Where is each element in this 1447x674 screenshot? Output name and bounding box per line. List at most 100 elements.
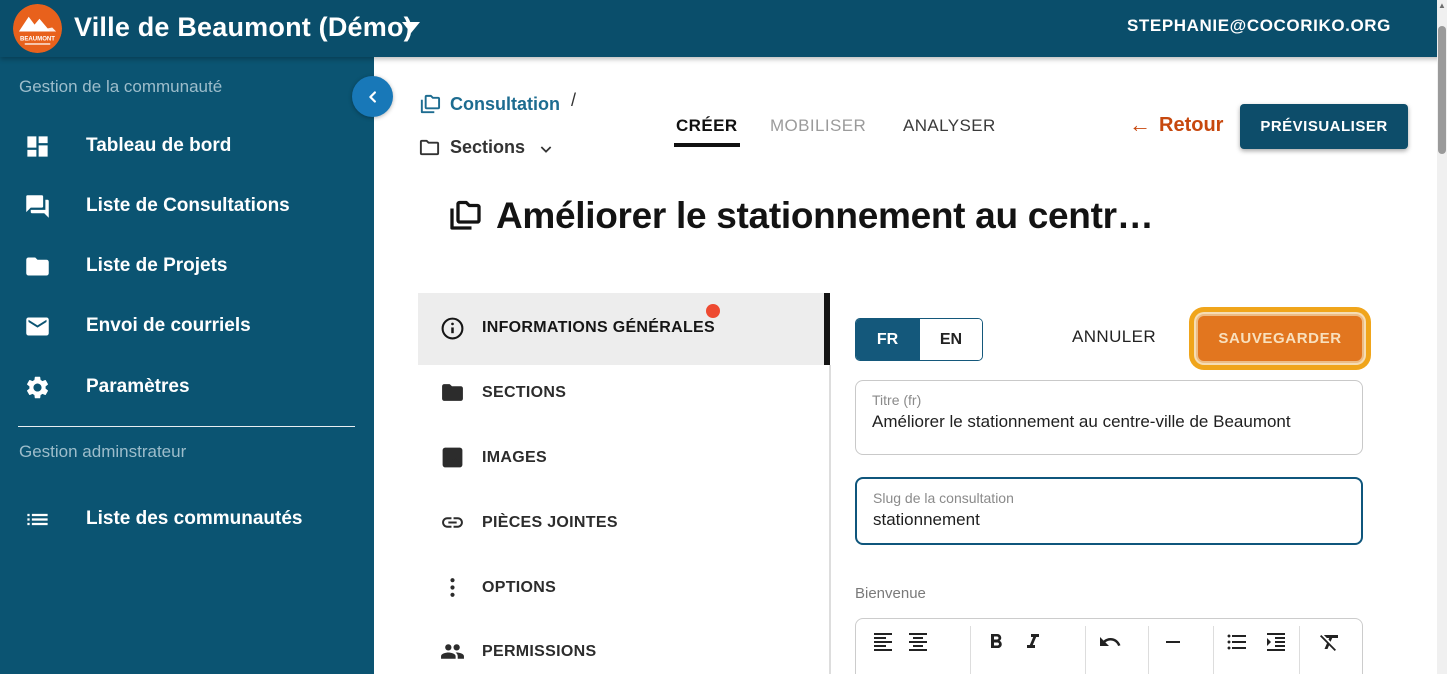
folder-copy-icon: [450, 200, 481, 230]
scrollbar-up-arrow-icon[interactable]: ▲: [1437, 0, 1447, 12]
slug-field-label: Slug de la consultation: [873, 490, 1014, 506]
breadcrumb-separator: /: [571, 90, 577, 110]
image-icon: [442, 447, 463, 468]
bulleted-list-icon[interactable]: [1225, 630, 1249, 654]
welcome-field-label: Bienvenue: [855, 585, 926, 602]
indent-increase-icon[interactable]: [1264, 630, 1288, 654]
save-button[interactable]: SAUVEGARDER: [1196, 314, 1364, 363]
community-dropdown-caret-icon[interactable]: [402, 22, 420, 33]
info-icon: [441, 317, 464, 340]
people-icon: [441, 644, 464, 659]
breadcrumb-consultation[interactable]: Consultation /: [418, 90, 577, 116]
vertical-scrollbar[interactable]: ▲: [1437, 0, 1447, 674]
slug-field-value: stationnement: [873, 510, 980, 529]
preview-button[interactable]: PRÉVISUALISER: [1240, 104, 1408, 149]
beaumont-logo-icon: BEAUMONT: [13, 4, 62, 53]
welcome-richtext-editor[interactable]: [855, 618, 1363, 674]
folder-icon: [26, 257, 49, 276]
sidebar-item-liste-des-communautes[interactable]: Liste des communautés: [0, 500, 374, 540]
chevron-down-icon: [540, 146, 552, 153]
sidebar-item-label: Envoi de courriels: [86, 315, 251, 336]
gear-icon: [26, 376, 49, 399]
sidebar-section-community: Gestion de la communauté: [19, 77, 223, 96]
section-tab-label: INFORMATIONS GÉNÉRALES: [482, 319, 715, 336]
section-tab-sections[interactable]: SECTIONS: [418, 373, 824, 413]
language-toggle: FR EN: [855, 318, 983, 361]
sidebar-item-label: Liste des communautés: [86, 508, 303, 529]
clear-format-icon[interactable]: [1318, 630, 1342, 654]
unsaved-changes-badge: [706, 304, 720, 318]
user-email[interactable]: STEPHANIE@COCORIKO.ORG: [1127, 16, 1391, 36]
sidebar-section-admin: Gestion adminstrateur: [19, 442, 187, 461]
page-title: Améliorer le stationnement au centr…: [496, 195, 1154, 236]
section-tab-options[interactable]: OPTIONS: [418, 568, 824, 608]
title-fr-field-label: Titre (fr): [872, 392, 922, 408]
back-arrow-icon: ←: [1129, 112, 1151, 137]
section-tab-pieces-jointes[interactable]: PIÈCES JOINTES: [418, 503, 824, 543]
section-tab-informations-generales[interactable]: INFORMATIONS GÉNÉRALES: [418, 293, 824, 365]
tab-analyser[interactable]: ANALYSER: [903, 116, 996, 136]
sidebar: Gestion de la communauté Tableau de bord…: [0, 57, 374, 674]
section-tab-label: PERMISSIONS: [482, 643, 597, 660]
title-fr-field[interactable]: Titre (fr) Améliorer le stationnement au…: [855, 380, 1363, 455]
sidebar-collapse-button[interactable]: [352, 76, 393, 117]
bold-icon[interactable]: [984, 630, 1008, 654]
sidebar-item-label: Liste de Projets: [86, 255, 228, 276]
section-tab-label: OPTIONS: [482, 579, 557, 596]
mail-icon: [26, 317, 49, 336]
app-window: BEAUMONT Ville de Beaumont (Démo) STEPHA…: [0, 0, 1447, 674]
list-icon: [27, 513, 48, 526]
folder-outline-icon: [442, 384, 463, 401]
align-left-icon[interactable]: [871, 630, 895, 654]
folder-copy-icon: [420, 94, 441, 114]
toolbar-separator: [1299, 626, 1300, 674]
slug-field[interactable]: Slug de la consultation stationnement: [855, 477, 1363, 545]
sidebar-item-liste-de-consultations[interactable]: Liste de Consultations: [0, 187, 374, 227]
sidebar-item-label: Tableau de bord: [86, 135, 232, 156]
tab-creer[interactable]: CRÉER: [674, 116, 740, 147]
back-link[interactable]: ← Retour: [1129, 112, 1223, 138]
breadcrumb-sections-dropdown[interactable]: Sections: [418, 136, 554, 159]
section-tab-images[interactable]: IMAGES: [418, 438, 824, 478]
sidebar-divider: [18, 426, 355, 427]
lang-en-button[interactable]: EN: [919, 319, 982, 360]
undo-icon[interactable]: [1098, 630, 1122, 654]
section-tab-label: IMAGES: [482, 449, 547, 466]
chevron-left-icon: [368, 90, 376, 103]
page-title-row: Améliorer le stationnement au centr…: [446, 195, 1154, 237]
sidebar-item-label: Paramètres: [86, 376, 190, 397]
sidebar-item-envoi-de-courriels[interactable]: Envoi de courriels: [0, 307, 374, 347]
back-label: Retour: [1159, 113, 1224, 136]
community-logo[interactable]: BEAUMONT: [13, 4, 62, 53]
horizontal-rule-icon[interactable]: [1161, 630, 1185, 654]
italic-icon[interactable]: [1021, 630, 1045, 654]
title-fr-field-value: Améliorer le stationnement au centre-vil…: [872, 412, 1291, 431]
breadcrumb-level2-label: Sections: [450, 137, 526, 157]
section-tab-permissions[interactable]: PERMISSIONS: [418, 632, 824, 672]
kebab-vertical-icon: [450, 578, 455, 597]
toolbar-separator: [1085, 626, 1086, 674]
sidebar-item-liste-de-projets[interactable]: Liste de Projets: [0, 247, 374, 287]
scrollbar-thumb[interactable]: [1438, 26, 1446, 154]
toolbar-separator: [970, 626, 971, 674]
main-content: Consultation / Sections CRÉER MOBILISER …: [374, 57, 1437, 674]
align-center-icon[interactable]: [906, 630, 930, 654]
active-tab-indicator: [824, 293, 830, 365]
tab-mobiliser[interactable]: MOBILISER: [770, 116, 866, 136]
link-icon: [442, 517, 463, 528]
consultations-icon: [26, 195, 49, 218]
lang-fr-button[interactable]: FR: [856, 319, 919, 360]
section-tabs-divider: [829, 365, 831, 674]
cancel-button[interactable]: ANNULER: [1072, 327, 1156, 347]
toolbar-separator: [1148, 626, 1149, 674]
section-tab-label: PIÈCES JOINTES: [482, 514, 618, 531]
community-name[interactable]: Ville de Beaumont (Démo): [74, 12, 413, 43]
breadcrumb-level1-label: Consultation: [450, 94, 560, 114]
toolbar-separator: [1213, 626, 1214, 674]
sidebar-item-tableau-de-bord[interactable]: Tableau de bord: [0, 127, 374, 167]
dashboard-icon: [27, 136, 48, 157]
folder-outline-icon: [419, 139, 440, 156]
svg-text:BEAUMONT: BEAUMONT: [20, 36, 55, 42]
sidebar-item-parametres[interactable]: Paramètres: [0, 368, 374, 408]
section-tab-label: SECTIONS: [482, 384, 567, 401]
